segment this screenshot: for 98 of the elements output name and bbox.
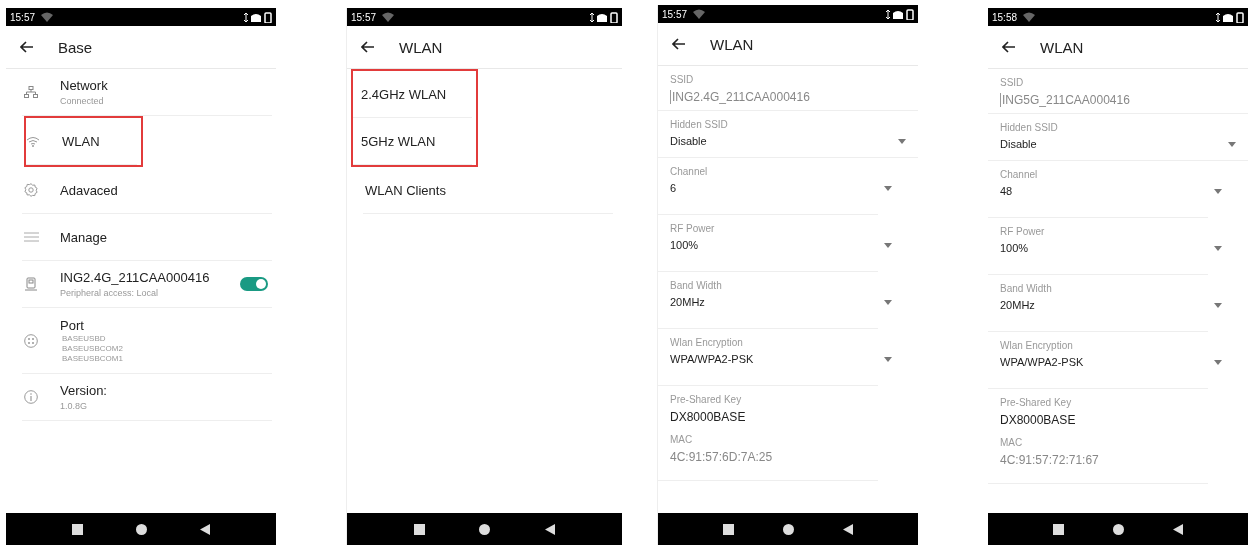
field-label: RF Power	[1000, 226, 1046, 237]
item-subtitle: BASEUSBCOM1	[61, 354, 124, 363]
back-nav-icon[interactable]	[544, 523, 555, 535]
field-label: RF Power	[670, 223, 716, 234]
dropdown[interactable]: 20MHz	[1000, 299, 1222, 325]
dropdown[interactable]: WPA/WPA2-PSK	[1000, 356, 1222, 382]
home-nav-icon[interactable]	[479, 523, 491, 535]
status-icons-drawing	[244, 11, 272, 23]
menu-item[interactable]: WLAN	[62, 133, 133, 149]
item-subtitle: Connected	[60, 96, 105, 106]
dropdown[interactable]: Disable	[670, 135, 906, 151]
field-label: Channel	[670, 166, 709, 177]
item-subtitle: BASEUSBD	[61, 334, 107, 343]
caret-icon	[884, 242, 892, 248]
caret-icon	[898, 138, 906, 144]
wifi-icon	[26, 135, 40, 147]
screen-title: WLAN	[1040, 38, 1084, 56]
caret-icon	[1214, 245, 1222, 251]
caret-icon	[884, 299, 892, 305]
back-arrow-icon[interactable]	[20, 41, 34, 53]
status-time: 15:58	[992, 11, 1018, 23]
field-value: DX8000BASE	[1000, 413, 1077, 427]
field-label: Pre-Shared Key	[670, 394, 743, 405]
wifi-status-icon	[1023, 12, 1036, 22]
dropdown[interactable]: 100%	[670, 239, 892, 265]
back-arrow-icon[interactable]	[1002, 41, 1016, 53]
field-label: Pre-Shared Key	[1000, 397, 1073, 408]
menu-item[interactable]: 5GHz WLAN	[361, 133, 468, 149]
screen-title: WLAN	[710, 35, 754, 53]
menu-item[interactable]: Version:	[60, 383, 268, 398]
caret-icon	[884, 185, 892, 191]
status-icons-drawing	[590, 11, 618, 23]
menu-item[interactable]: Manage	[60, 229, 268, 245]
caret-icon	[1214, 359, 1222, 365]
back-nav-icon[interactable]	[843, 523, 854, 535]
home-nav-icon[interactable]	[783, 523, 794, 535]
caret-icon	[884, 356, 892, 362]
field-value: 4C:91:57:72:71:67	[1000, 453, 1100, 469]
square-nav-icon[interactable]	[414, 523, 426, 535]
wifi-status-icon	[41, 12, 54, 22]
caret-icon	[1214, 302, 1222, 308]
square-nav-icon[interactable]	[72, 523, 84, 535]
field-label: Band Width	[670, 280, 723, 291]
field-label: MAC	[1000, 437, 1024, 448]
field-value: 4C:91:57:6D:7A:25	[670, 450, 774, 466]
caret-icon	[1214, 188, 1222, 194]
menu-item[interactable]: Network	[60, 78, 268, 93]
field-value: DX8000BASE	[670, 410, 747, 424]
menu-item[interactable]: 2.4GHz WLAN	[361, 86, 468, 102]
dropdown[interactable]: WPA/WPA2-PSK	[670, 353, 892, 379]
home-nav-icon[interactable]	[136, 523, 147, 535]
device-icon	[24, 277, 38, 291]
field-label: Hidden SSID	[670, 119, 729, 130]
status-icons-drawing	[1216, 11, 1244, 23]
dropdown[interactable]: 100%	[1000, 242, 1222, 268]
caret-icon	[1228, 141, 1236, 147]
dropdown[interactable]: 48	[1000, 185, 1222, 211]
menu-item[interactable]: ING2.4G_211CAA000416	[60, 270, 240, 285]
square-nav-icon[interactable]	[1052, 523, 1064, 535]
item-subtitle: Peripheral access: Local	[60, 288, 160, 298]
field-label: Channel	[1000, 169, 1039, 180]
back-arrow-icon[interactable]	[672, 38, 686, 50]
gear-icon	[24, 183, 38, 197]
item-subtitle: BASEUSBCOM2	[61, 344, 124, 353]
network-icon	[24, 86, 38, 98]
port-icon	[24, 333, 38, 348]
field-label: SSID	[670, 74, 695, 85]
status-time: 15:57	[10, 11, 36, 23]
field-label: Wlan Encryption	[1000, 340, 1074, 351]
status-icons-drawing	[886, 8, 914, 20]
info-icon	[24, 390, 38, 404]
field-label: Hidden SSID	[1000, 122, 1059, 133]
back-arrow-icon[interactable]	[361, 41, 375, 53]
toggle-switch[interactable]	[240, 277, 268, 291]
menu-icon	[24, 232, 39, 242]
screen-title: Base	[58, 38, 93, 56]
back-nav-icon[interactable]	[199, 523, 210, 535]
wifi-status-icon	[693, 9, 706, 19]
field-label: Wlan Encryption	[670, 337, 744, 348]
status-time: 15:57	[662, 8, 688, 20]
dropdown[interactable]: 20MHz	[670, 296, 892, 322]
screen-title: WLAN	[399, 38, 443, 56]
field-label: SSID	[1000, 77, 1025, 88]
input-field[interactable]: ING2.4G_211CAA000416	[670, 90, 906, 104]
menu-item[interactable]: WLAN Clients	[365, 182, 609, 198]
menu-item[interactable]: Port	[60, 318, 268, 333]
wifi-status-icon	[382, 12, 395, 22]
item-subtitle: 1.0.8G	[60, 401, 89, 411]
field-label: Band Width	[1000, 283, 1053, 294]
square-nav-icon[interactable]	[722, 523, 734, 535]
status-time: 15:57	[351, 11, 377, 23]
input-field[interactable]: ING5G_211CAA000416	[1000, 93, 1236, 107]
home-nav-icon[interactable]	[1113, 523, 1124, 535]
dropdown[interactable]: 6	[670, 182, 892, 208]
dropdown[interactable]: Disable	[1000, 138, 1236, 154]
field-label: MAC	[670, 434, 694, 445]
back-nav-icon[interactable]	[1173, 523, 1184, 535]
menu-item[interactable]: Adavaced	[60, 182, 268, 198]
